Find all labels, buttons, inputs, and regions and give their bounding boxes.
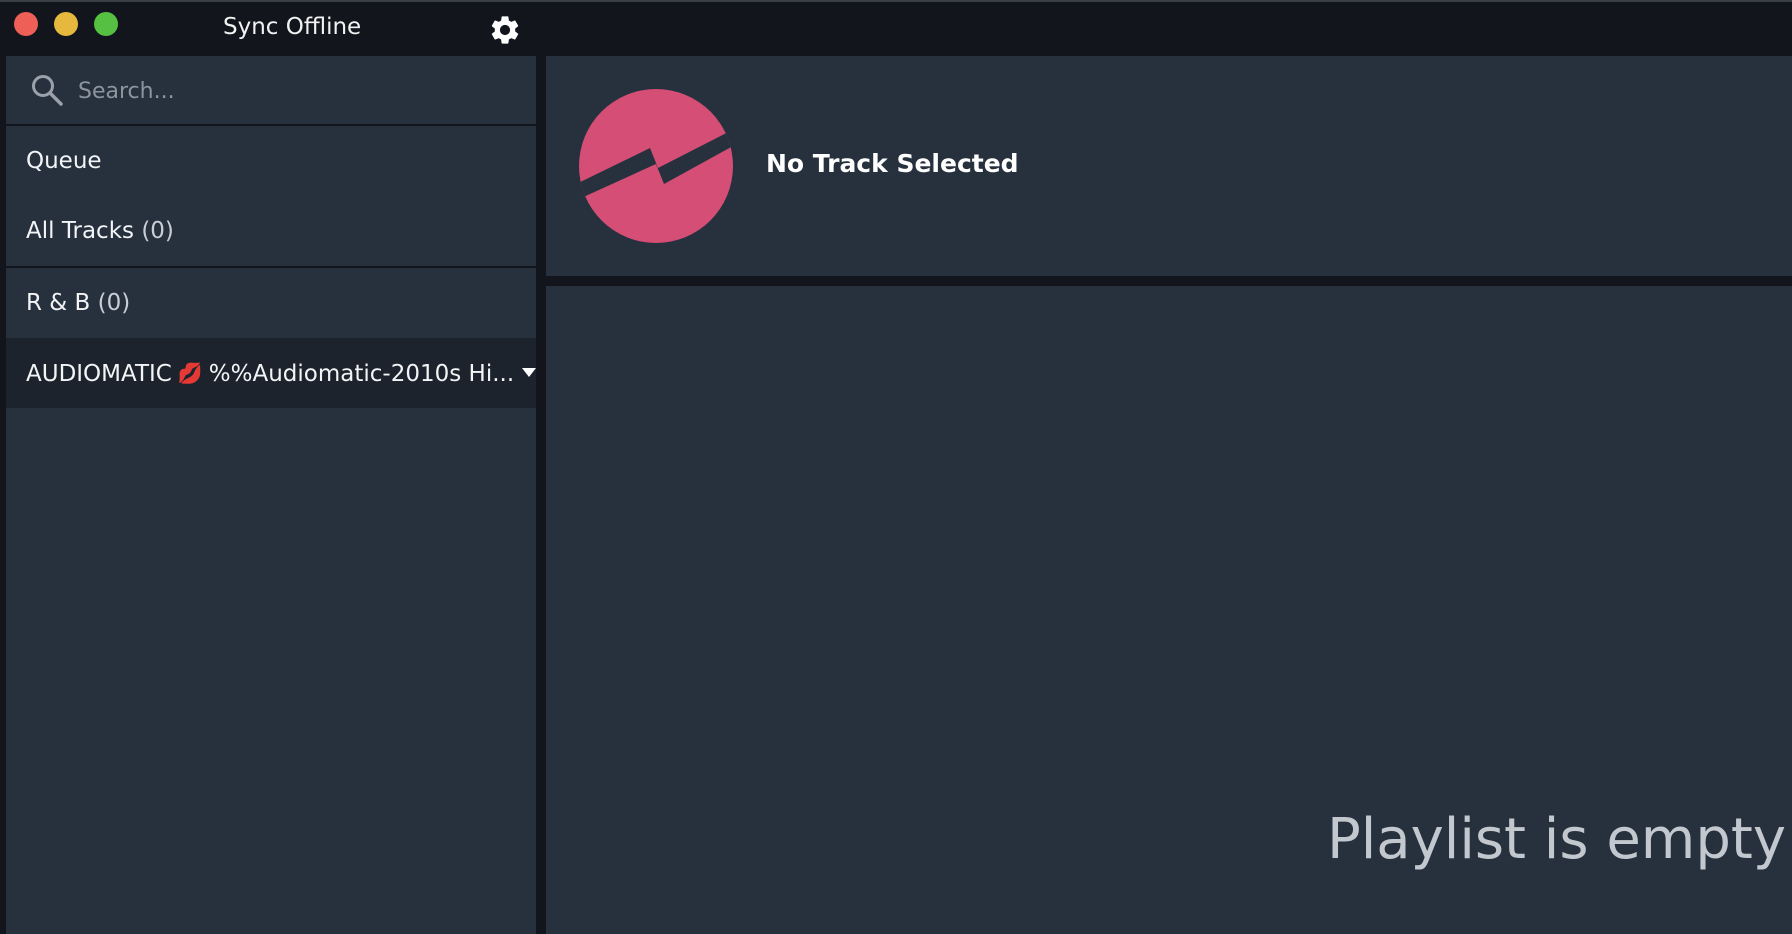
kiss-mark-icon: 💋: [177, 361, 203, 385]
chevron-down-icon[interactable]: [522, 368, 536, 377]
empty-playlist-message: Playlist is empty: [1326, 807, 1786, 872]
track-title: No Track Selected: [766, 149, 1019, 178]
search-bar: [6, 56, 536, 126]
window-title: Sync Offline: [223, 14, 362, 40]
minimize-window-button[interactable]: [54, 12, 78, 36]
title-bar[interactable]: Sync Offline: [0, 2, 1792, 54]
sidebar-item-label: AUDIOMATIC: [26, 361, 172, 387]
sidebar-item-label-rest: %%Audiomatic-2010s Hi...: [208, 361, 515, 387]
search-input[interactable]: [76, 70, 510, 112]
sidebar-item-audiomatic[interactable]: AUDIOMATIC 💋 %%Audiomatic-2010s Hi...: [6, 338, 536, 408]
app-logo-icon: [579, 89, 733, 243]
close-window-button[interactable]: [14, 12, 38, 36]
sidebar-item-count: (0): [97, 290, 131, 316]
gear-icon[interactable]: [488, 13, 522, 47]
maximize-window-button[interactable]: [94, 12, 118, 36]
sidebar-item-label: Queue: [26, 148, 102, 174]
now-playing-panel: No Track Selected: [546, 56, 1792, 276]
sidebar-item-label: R & B: [26, 290, 91, 316]
sidebar-item-label: All Tracks: [26, 218, 134, 244]
search-icon: [32, 75, 63, 106]
playlist-panel: Playlist is empty: [546, 286, 1792, 934]
sidebar-item-r-and-b[interactable]: R & B (0): [6, 268, 536, 338]
app-window: Sync Offline Queue All Tracks (0) R & B …: [0, 0, 1792, 934]
sidebar-item-count: (0): [141, 218, 174, 244]
sidebar: Queue All Tracks (0) R & B (0) AUDIOMATI…: [6, 56, 536, 934]
sidebar-item-all-tracks[interactable]: All Tracks (0): [6, 196, 536, 266]
sidebar-item-queue[interactable]: Queue: [6, 126, 536, 196]
